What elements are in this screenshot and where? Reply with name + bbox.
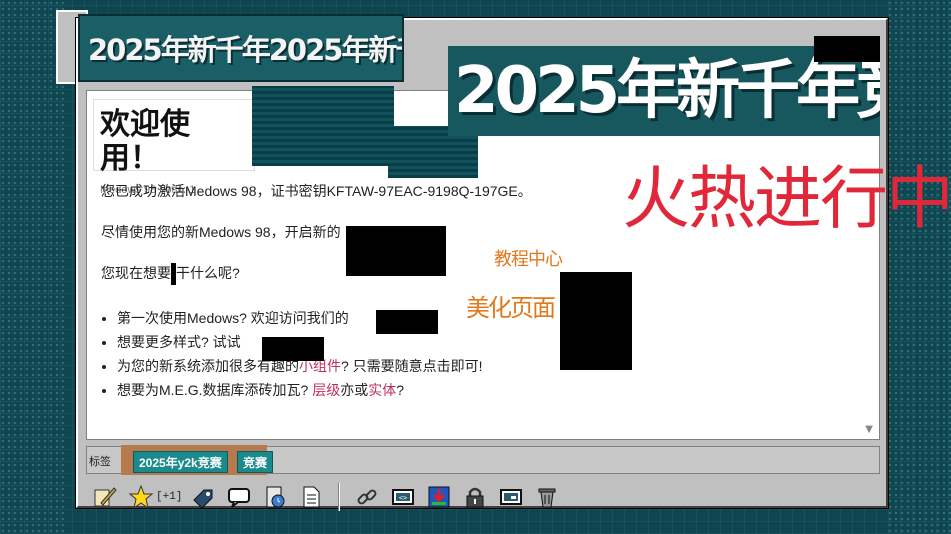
decor-tile — [252, 86, 394, 166]
tutorial-center-link[interactable]: 教程中心 — [494, 245, 563, 271]
tags-label: 标签 — [89, 456, 111, 468]
hot-progress-text: 火热进行中 — [622, 160, 951, 239]
right-dots-decoration — [887, 0, 951, 534]
redaction-block — [376, 310, 438, 334]
bullet-text: ? 只需要随意点击即可! — [341, 358, 483, 375]
activation-line: 您已成功激活Medows 98，证书密钥KFTAW-97EAC-9198Q-19… — [101, 183, 532, 199]
redaction-block — [560, 272, 632, 370]
page-content: 欢迎使用！ Medows 98 hotfix-1 您已成功激活Medows 98… — [86, 90, 880, 440]
tags-bar: 标签 2025年y2k竞赛 竞赛 — [86, 445, 880, 475]
left-dots-decoration — [0, 0, 64, 534]
beautify-page-link[interactable]: 美化页面 — [466, 288, 556, 323]
code-icon[interactable]: <> — [388, 482, 418, 512]
list-item: 想要为M.E.G.数据库添砖加瓦? 层级亦或实体? — [117, 378, 661, 402]
history-icon[interactable] — [260, 482, 290, 512]
welcome-box: 欢迎使用！ Medows 98 hotfix-1 — [93, 99, 255, 196]
redaction-block — [346, 226, 446, 276]
bullet-text: ? — [396, 382, 405, 399]
redaction-block — [814, 36, 880, 62]
hierarchy-link[interactable]: 层级 — [312, 382, 340, 398]
decor-tile — [412, 62, 452, 80]
tag-icon[interactable] — [188, 482, 218, 512]
page-source-icon[interactable] — [296, 482, 326, 512]
scroll-down-icon[interactable]: ▼ — [865, 424, 873, 435]
page-toolbar: [+1] <> — [86, 480, 880, 514]
question-part-b: 干什么呢? — [176, 265, 240, 281]
bullet-text: 想要更多样式? 试试 — [117, 334, 241, 351]
download-icon[interactable] — [424, 482, 454, 512]
star-icon[interactable] — [126, 482, 156, 512]
link-icon[interactable] — [352, 482, 382, 512]
bullet-text: 亦或 — [340, 382, 369, 399]
tag-contest[interactable]: 竞赛 — [237, 451, 274, 473]
comment-icon[interactable] — [224, 482, 254, 512]
trash-icon[interactable] — [532, 482, 562, 512]
bullet-text: 想要为M.E.G.数据库添砖加瓦? — [117, 382, 313, 399]
edit-icon[interactable] — [90, 482, 120, 512]
bullet-text: 第一次使用Medows? 欢迎访问我们的 — [117, 310, 349, 327]
welcome-title: 欢迎使用！ — [100, 108, 190, 175]
rating-count: [+1] — [156, 491, 183, 503]
question-part-a: 您现在想要 — [101, 265, 171, 281]
toolbar-separator — [338, 483, 341, 511]
redaction-block — [262, 337, 324, 361]
svg-text:<>: <> — [399, 494, 407, 502]
contest-banner-small: 2025年新千年2025年新千年竞赛 — [78, 14, 404, 82]
window-icon[interactable] — [496, 482, 526, 512]
tag-y2k-contest[interactable]: 2025年y2k竞赛 — [133, 451, 228, 473]
entity-link[interactable]: 实体 — [368, 382, 396, 398]
lock-icon[interactable] — [460, 482, 490, 512]
